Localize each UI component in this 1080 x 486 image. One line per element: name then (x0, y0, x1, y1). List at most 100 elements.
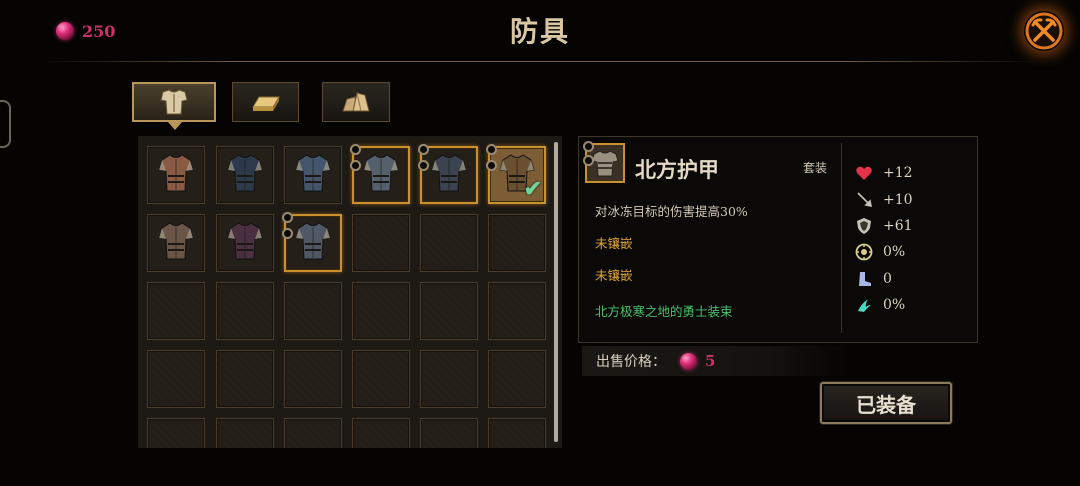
inventory-slot-robed-armor[interactable] (216, 214, 274, 272)
item-effect: 对冰冻目标的伤害提高30% (595, 204, 748, 219)
scrollbar-thumb[interactable] (554, 142, 558, 442)
side-drawer-handle[interactable] (0, 100, 11, 148)
socket-status-1: 未镶嵌 (595, 236, 633, 251)
stat-value: +12 (883, 165, 913, 181)
inventory-slot-steel-cuirass[interactable] (282, 212, 342, 272)
detail-divider (841, 143, 842, 333)
inventory-slot-leather-armor[interactable] (147, 146, 205, 204)
inventory-slot-empty[interactable] (284, 350, 342, 408)
item-name: 北方护甲 (635, 157, 719, 182)
inventory-scrollbar[interactable] (554, 142, 558, 442)
inventory-slot-empty[interactable] (420, 350, 478, 408)
heart-icon (856, 166, 872, 180)
stat-value: +61 (883, 218, 913, 234)
inventory-slot-empty[interactable] (488, 350, 546, 408)
inventory-slot-empty[interactable] (420, 214, 478, 272)
inventory-slot-empty[interactable] (216, 350, 274, 408)
socket-slot (486, 160, 497, 171)
close-button[interactable] (1024, 11, 1064, 51)
socket-slot (583, 141, 594, 152)
inventory-slot-riveted-armor[interactable] (350, 144, 410, 204)
gem-currency: 250 (56, 21, 115, 41)
stat-defense: +61 (855, 216, 913, 236)
set-label[interactable]: 套装 (803, 159, 827, 176)
sell-price-label: 出售价格： (596, 354, 666, 370)
inventory-slot-empty[interactable] (216, 418, 274, 448)
page-title: 防具 (509, 15, 570, 48)
inventory-slot-northern-armor[interactable]: ✔ (486, 144, 546, 204)
sell-price-bar: 出售价格： 5 (582, 346, 848, 376)
stat-health: +12 (855, 163, 913, 183)
inventory-slot-empty[interactable] (488, 214, 546, 272)
leather-armor-icon (154, 150, 198, 200)
inventory-slot-empty[interactable] (352, 418, 410, 448)
socket-slot (350, 160, 361, 171)
inventory-slot-empty[interactable] (420, 418, 478, 448)
leech-claw-icon (858, 299, 871, 312)
robed-armor-icon (223, 218, 267, 268)
tab-armor[interactable] (132, 82, 216, 122)
gem-count: 250 (82, 21, 116, 41)
steel-leather-armor-icon (154, 218, 198, 268)
socket-slot (282, 212, 293, 223)
active-tab-indicator (168, 122, 182, 130)
dark-plate-armor-icon (427, 150, 471, 200)
tab-ingot[interactable] (232, 82, 299, 122)
shield-icon (857, 218, 871, 234)
stat-value: +10 (883, 192, 913, 208)
set-description: 北方极寒之地的勇士装束 (595, 304, 733, 319)
socket-slot (350, 144, 361, 155)
ingot-icon (251, 96, 280, 111)
inventory-slot-empty[interactable] (147, 350, 205, 408)
stat-value: 0 (883, 271, 892, 287)
inventory-slot-spiked-plate-armor[interactable] (284, 146, 342, 204)
gem-icon (680, 352, 697, 370)
socket-slot (486, 144, 497, 155)
inventory-slot-empty[interactable] (352, 282, 410, 340)
stat-leech: 0% (855, 295, 905, 315)
stat-attack: +10 (855, 190, 913, 210)
socket-status-2: 未镶嵌 (595, 268, 633, 283)
inventory-slot-empty[interactable] (488, 282, 546, 340)
inventory-slot-empty[interactable] (352, 350, 410, 408)
stat-crit: 0% (855, 242, 905, 262)
selected-item-icon (583, 141, 625, 183)
sell-price-value: 5 (705, 352, 716, 370)
socket-slot (282, 228, 293, 239)
close-crossed-axes-icon (1025, 12, 1063, 50)
equipped-check-icon: ✔ (523, 176, 542, 202)
stat-value: 0% (883, 244, 906, 260)
header-divider (40, 61, 1040, 62)
sword-icon (857, 192, 873, 208)
inventory-slot-empty[interactable] (284, 282, 342, 340)
inventory-slot-empty[interactable] (216, 282, 274, 340)
inventory-slot-dark-plate-armor[interactable] (418, 144, 478, 204)
inventory-slot-empty[interactable] (488, 418, 546, 448)
inventory-slot-blue-plate-armor[interactable] (216, 146, 274, 204)
stat-value: 0% (883, 297, 906, 313)
gem-icon (56, 22, 74, 40)
inventory-slot-empty[interactable] (147, 418, 205, 448)
inventory-slot-steel-leather-armor[interactable] (147, 214, 205, 272)
crit-target-icon (855, 243, 873, 261)
crystal-ore-icon (342, 92, 370, 112)
blue-plate-armor-icon (223, 150, 267, 200)
item-detail-panel: 北方护甲 套装 对冰冻目标的伤害提高30% 未镶嵌 未镶嵌 北方极寒之地的勇士装… (578, 136, 978, 343)
inventory-slot-empty[interactable] (147, 282, 205, 340)
stat-speed: 0 (855, 269, 892, 289)
socket-slot (418, 144, 429, 155)
inventory-slot-empty[interactable] (352, 214, 410, 272)
inventory-panel: ✔ (138, 136, 562, 448)
chest-armor-icon (160, 89, 188, 115)
top-bar: 250 防具 (0, 0, 1080, 62)
socket-slot (583, 155, 594, 166)
inventory-slot-empty[interactable] (420, 282, 478, 340)
socket-slot (418, 160, 429, 171)
boot-icon (859, 272, 871, 286)
riveted-armor-icon (359, 150, 403, 200)
tab-crystal[interactable] (322, 82, 390, 122)
spiked-plate-armor-icon (291, 150, 335, 200)
inventory-slot-empty[interactable] (284, 418, 342, 448)
steel-cuirass-icon (291, 218, 335, 268)
equipped-button[interactable]: 已装备 (820, 382, 952, 424)
